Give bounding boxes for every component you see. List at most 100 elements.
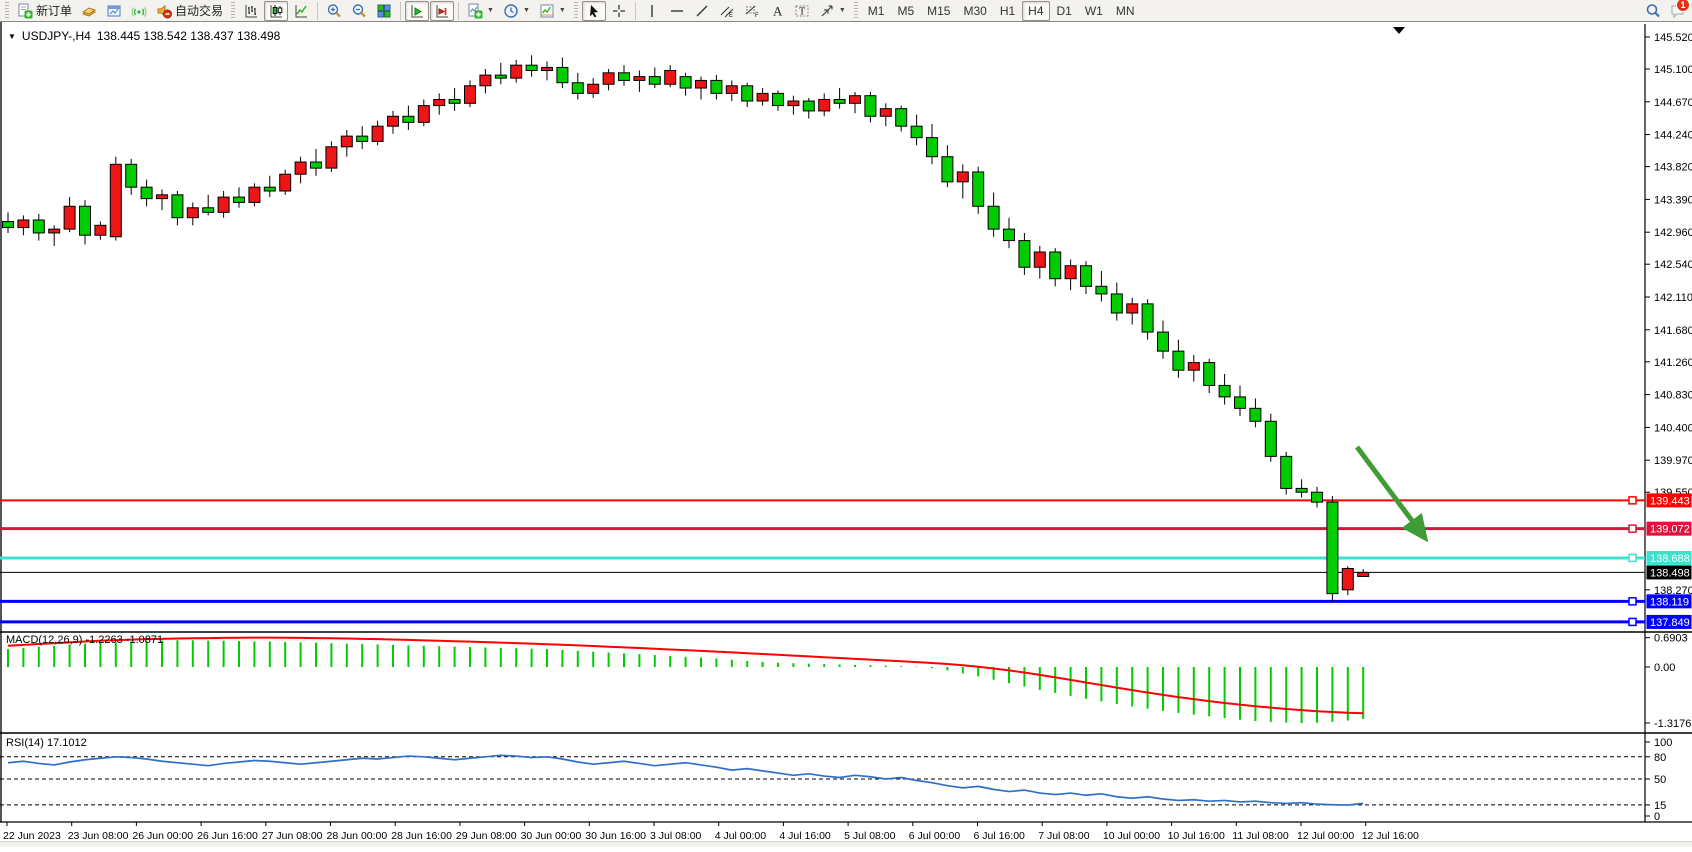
candle-body <box>511 65 522 78</box>
tile-windows-icon <box>376 3 392 19</box>
candle-body <box>187 208 198 218</box>
candle-body <box>1173 351 1184 370</box>
price-chart-canvas[interactable]: 145.520145.100144.670144.240143.820143.3… <box>0 22 1692 847</box>
candle-body <box>911 126 922 137</box>
periods-button[interactable]: ▼ <box>499 1 534 21</box>
timeframe-tf-mn-button[interactable]: MN <box>1110 1 1141 21</box>
button-label: 自动交易 <box>175 2 223 19</box>
level-handle[interactable] <box>1629 618 1636 625</box>
candle-body <box>1281 456 1292 488</box>
crosshair-icon <box>611 3 627 19</box>
chart-title[interactable]: ▼ USDJPY-,H4 138.445 138.542 138.437 138… <box>8 29 280 43</box>
candle-body <box>665 71 676 85</box>
book-icon <box>81 3 97 19</box>
timeframe-tf-m1-button[interactable]: M1 <box>862 1 891 21</box>
price-label-text: 138.688 <box>1650 553 1690 565</box>
candle-body <box>711 80 722 93</box>
text-icon: A <box>769 3 785 19</box>
candle-body <box>1342 568 1353 589</box>
candle-body <box>1312 492 1323 502</box>
tile-windows-button[interactable] <box>372 1 396 21</box>
level-handle[interactable] <box>1629 598 1636 605</box>
candle-body <box>1188 363 1199 371</box>
new-order-button[interactable]: 新订单 <box>13 1 76 21</box>
zoom-in-button[interactable] <box>322 1 346 21</box>
fibonacci-button[interactable]: F <box>740 1 764 21</box>
rsi-indicator-label: RSI(14) 17.1012 <box>6 737 87 749</box>
dropdown-arrow-icon[interactable]: ▼ <box>559 7 566 14</box>
candle-body <box>834 99 845 103</box>
candle-body <box>264 187 275 191</box>
rsi-tick-label: 50 <box>1654 774 1666 786</box>
candle-body <box>819 99 830 110</box>
search-icon <box>1645 3 1661 19</box>
chart-window[interactable]: 145.520145.100144.670144.240143.820143.3… <box>0 22 1692 847</box>
auto-scroll-button[interactable] <box>405 1 429 21</box>
timeframe-tf-h4-button[interactable]: H4 <box>1022 1 1049 21</box>
rsi-tick-label: 80 <box>1654 752 1666 764</box>
candle-body <box>110 164 121 236</box>
candle-body <box>1265 421 1276 456</box>
chat-button[interactable]: 1 <box>1666 1 1690 21</box>
horizontal-line-button[interactable] <box>665 1 689 21</box>
timeframe-tf-d1-button[interactable]: D1 <box>1051 1 1078 21</box>
zoom-out-button[interactable] <box>347 1 371 21</box>
equidistant-channel-button[interactable]: E <box>715 1 739 21</box>
arrows-button[interactable]: ▼ <box>815 1 850 21</box>
chart-shift-button[interactable] <box>430 1 454 21</box>
candle-body <box>465 86 476 104</box>
macd-indicator-label: MACD(12,26,9) -1.2263 -1.0871 <box>6 634 163 646</box>
dropdown-arrow-icon[interactable]: ▼ <box>523 7 530 14</box>
dropdown-arrow-icon[interactable]: ▼ <box>839 7 846 14</box>
signal-icon <box>131 3 147 19</box>
candle-body <box>1142 304 1153 332</box>
candle-body <box>1065 266 1076 279</box>
macd-tick-label: -1.3176 <box>1654 718 1691 730</box>
toolbar-grip <box>574 2 578 20</box>
price-tick-label: 142.960 <box>1654 227 1692 239</box>
price-tick-label: 142.540 <box>1654 259 1692 271</box>
candle-body <box>126 164 137 187</box>
label-icon: T <box>794 3 810 19</box>
candle-body <box>696 80 707 88</box>
vertical-line-button[interactable] <box>640 1 664 21</box>
template-icon <box>539 3 555 19</box>
text-button[interactable]: A <box>765 1 789 21</box>
crosshair-button[interactable] <box>607 1 631 21</box>
trendline-button[interactable] <box>690 1 714 21</box>
level-handle[interactable] <box>1629 554 1636 561</box>
data-window-button[interactable] <box>102 1 126 21</box>
timeframe-tf-m15-button[interactable]: M15 <box>921 1 956 21</box>
auto-trading-button[interactable]: 自动交易 <box>152 1 227 21</box>
clock-icon <box>503 3 519 19</box>
candle-body <box>649 77 660 85</box>
chart-menu-arrow-icon[interactable]: ▼ <box>8 32 16 41</box>
bar-chart-button[interactable] <box>239 1 263 21</box>
indicators-button[interactable]: ▼ <box>463 1 498 21</box>
level-handle[interactable] <box>1629 497 1636 504</box>
timeframe-tf-m5-button[interactable]: M5 <box>891 1 920 21</box>
timeframe-tf-w1-button[interactable]: W1 <box>1079 1 1109 21</box>
candle-body <box>157 195 168 199</box>
text-label-button[interactable]: T <box>790 1 814 21</box>
line-chart-button[interactable] <box>289 1 313 21</box>
market-watch-button[interactable] <box>77 1 101 21</box>
rsi-tick-label: 0 <box>1654 811 1660 823</box>
templates-button[interactable]: ▼ <box>535 1 570 21</box>
price-tick-label: 143.820 <box>1654 162 1692 174</box>
timeframe-tf-h1-button[interactable]: H1 <box>994 1 1021 21</box>
search-button[interactable] <box>1641 1 1665 21</box>
candle-body <box>18 220 29 228</box>
toolbar-separator <box>400 2 401 20</box>
cursor-button[interactable] <box>582 1 606 21</box>
trendline-icon <box>694 3 710 19</box>
price-tick-label: 140.400 <box>1654 422 1692 434</box>
svg-text:F: F <box>755 13 759 19</box>
signals-button[interactable] <box>127 1 151 21</box>
candlestick-chart-button[interactable] <box>264 1 288 21</box>
chart-ohlc-readout: 138.445 138.542 138.437 138.498 <box>97 29 281 43</box>
dropdown-arrow-icon[interactable]: ▼ <box>487 7 494 14</box>
timeframe-tf-m30-button[interactable]: M30 <box>957 1 992 21</box>
level-handle[interactable] <box>1629 525 1636 532</box>
candle-body <box>634 77 645 81</box>
